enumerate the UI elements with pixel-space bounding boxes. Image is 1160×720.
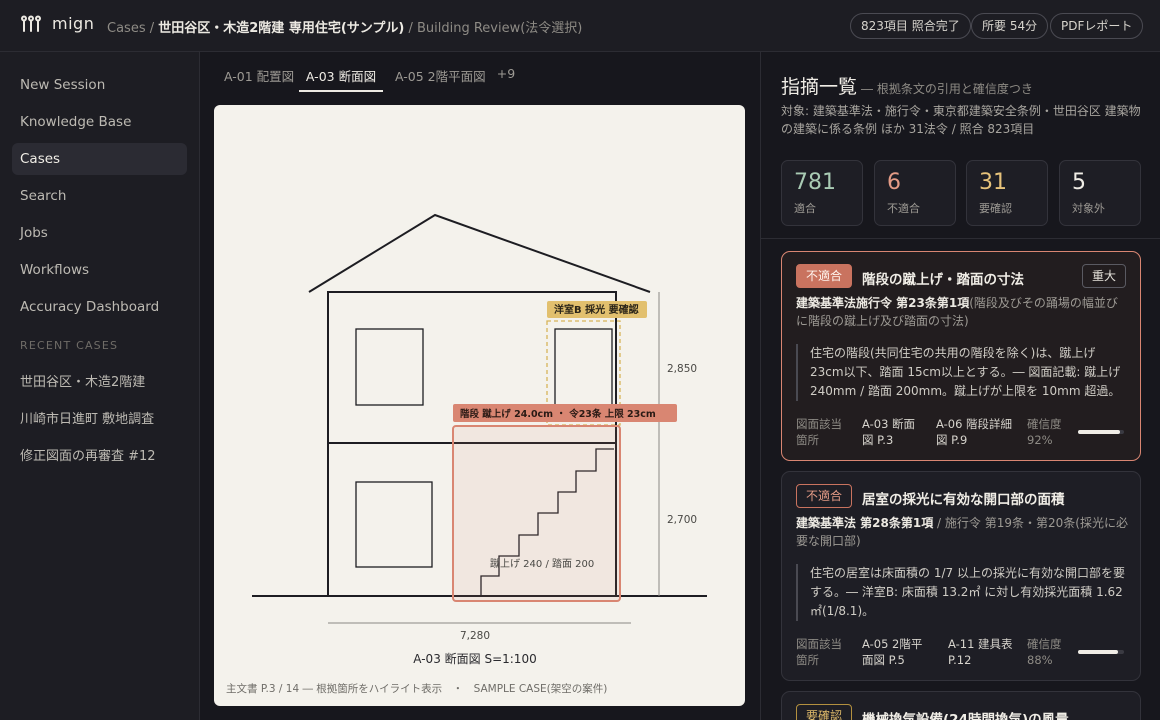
law-quote: 住宅の階段(共同住宅の共用の階段を除く)は、蹴上げ 23cm以下、踏面 15cm… bbox=[796, 344, 1128, 401]
law-main: 建築基準法施行令 第23条第1項 bbox=[796, 296, 970, 310]
confidence-bar bbox=[1078, 430, 1124, 434]
finding-title: 階段の蹴上げ・踏面の寸法 bbox=[862, 272, 1024, 288]
sidebar: New Session Knowledge Base Cases Search … bbox=[0, 52, 200, 720]
breadcrumb-page: Building Review(法令選択) bbox=[416, 21, 583, 36]
stair-note: 蹴上げ 240 / 踏面 200 bbox=[490, 557, 594, 570]
finding-card[interactable]: 不適合 階段の蹴上げ・踏面の寸法 重大 建築基準法施行令 第23条第1項(階段及… bbox=[781, 251, 1141, 461]
breadcrumb-sep: / bbox=[404, 21, 417, 36]
finding-title: 機械換気設備(24時間換気)の風量 bbox=[862, 712, 1069, 720]
duration-pill: 所要 54分 bbox=[971, 13, 1049, 39]
stat-needs-review[interactable]: 31 要確認 bbox=[966, 160, 1048, 226]
app-logo[interactable]: mign bbox=[20, 14, 94, 33]
stat-not-applicable[interactable]: 5 対象外 bbox=[1059, 160, 1141, 226]
dim-width: 7,280 bbox=[460, 630, 490, 642]
checked-count-pill: 823項目 照合完了 bbox=[850, 13, 971, 39]
ref-link[interactable]: A-03 断面図 P.3 bbox=[862, 416, 924, 448]
finding-card[interactable]: 不適合 居室の採光に有効な開口部の面積 建築基準法 第28条第1項 / 施行令 … bbox=[781, 471, 1141, 681]
stat-label: 要確認 bbox=[979, 202, 1012, 215]
status-badge: 不適合 bbox=[796, 484, 853, 508]
sidebar-item-search[interactable]: Search bbox=[12, 180, 187, 212]
panel-target: 対象: 建築基準法・施行令・東京都建築安全条例・世田谷区 建築物の建築に係る条例… bbox=[781, 104, 1141, 136]
law-reference: 建築基準法 第28条第1項 / 施行令 第19条・第20条(採光に必要な開口部) bbox=[796, 514, 1128, 550]
recent-case-item[interactable]: 修正図面の再審査 #12 bbox=[20, 445, 156, 464]
breadcrumb: Cases / 世田谷区・木造2階建 専用住宅(サンプル) / Building… bbox=[107, 17, 582, 36]
dim-upper: 2,850 bbox=[667, 363, 697, 375]
dim-lower: 2,700 bbox=[667, 514, 697, 526]
breadcrumb-sep: / bbox=[145, 21, 159, 36]
confidence-label: 確信度 bbox=[1027, 417, 1062, 431]
tag-stair: 階段 蹴上げ 24.0cm ・ 令23条 上限 23cm bbox=[460, 408, 656, 420]
pdf-report-button[interactable]: PDFレポート bbox=[1050, 13, 1144, 39]
window-upper-left bbox=[355, 328, 424, 406]
panel-heading: 指摘一覧 ― 根拠条文の引用と確信度つき bbox=[781, 72, 1033, 99]
stat-compliant[interactable]: 781 適合 bbox=[781, 160, 863, 226]
tab-a05[interactable]: A-05 2階平面図 bbox=[395, 66, 486, 92]
sidebar-item-knowledge-base[interactable]: Knowledge Base bbox=[12, 106, 187, 138]
drawing-viewer[interactable]: 洋室B 採光 要確認 階段 蹴上げ 24.0cm ・ 令23条 上限 23cm … bbox=[214, 105, 745, 706]
ref-label: 図面該当箇所 bbox=[796, 417, 842, 447]
stat-label: 適合 bbox=[794, 202, 816, 215]
stat-label: 不適合 bbox=[887, 202, 920, 215]
ref-link[interactable]: A-05 2階平面図 P.5 bbox=[862, 636, 932, 668]
logo-icon bbox=[21, 15, 41, 32]
recent-cases-heading: RECENT CASES bbox=[20, 339, 119, 352]
stat-noncompliant[interactable]: 6 不適合 bbox=[874, 160, 956, 226]
stat-value: 31 bbox=[979, 170, 1007, 195]
status-badge: 要確認 bbox=[796, 704, 853, 720]
drawing-footer: 主文書 P.3 / 14 ― 根拠箇所をハイライト表示 ・ SAMPLE CAS… bbox=[226, 682, 607, 695]
findings-panel: 指摘一覧 ― 根拠条文の引用と確信度つき 対象: 建築基準法・施行令・東京都建築安… bbox=[760, 52, 1160, 720]
severity-badge: 重大 bbox=[1081, 264, 1126, 288]
section-drawing: 洋室B 採光 要確認 階段 蹴上げ 24.0cm ・ 令23条 上限 23cm … bbox=[226, 213, 707, 695]
law-quote: 住宅の居室は床面積の 1/7 以上の採光に有効な開口部を要する。― 洋室B: 床… bbox=[796, 564, 1128, 621]
sidebar-item-jobs[interactable]: Jobs bbox=[12, 217, 187, 249]
confidence-label: 確信度 bbox=[1027, 637, 1062, 651]
stat-value: 5 bbox=[1072, 170, 1086, 195]
window-lower-left bbox=[355, 481, 433, 568]
tab-a01[interactable]: A-01 配置図 bbox=[224, 66, 294, 92]
finding-title: 居室の採光に有効な開口部の面積 bbox=[862, 492, 1065, 508]
tab-more[interactable]: +9 bbox=[496, 66, 516, 92]
tag-window: 洋室B 採光 要確認 bbox=[554, 303, 639, 316]
confidence-value: 92% bbox=[1027, 433, 1053, 447]
confidence-value: 88% bbox=[1027, 653, 1053, 667]
confidence-fill bbox=[1078, 430, 1121, 434]
top-bar: mign Cases / 世田谷区・木造2階建 専用住宅(サンプル) / Bui… bbox=[0, 0, 1160, 52]
status-badge: 不適合 bbox=[796, 264, 853, 288]
ref-link[interactable]: A-11 建具表 P.12 bbox=[948, 636, 1014, 668]
confidence-fill bbox=[1078, 650, 1119, 654]
breadcrumb-current[interactable]: 世田谷区・木造2階建 専用住宅(サンプル) bbox=[158, 21, 404, 36]
stat-value: 781 bbox=[794, 170, 836, 195]
sidebar-item-new-session[interactable]: New Session bbox=[12, 69, 187, 101]
panel-subtitle: ― 根拠条文の引用と確信度つき bbox=[861, 82, 1033, 96]
stat-label: 対象外 bbox=[1072, 202, 1105, 215]
stair-highlight bbox=[452, 425, 621, 602]
stat-value: 6 bbox=[887, 170, 901, 195]
roof-line bbox=[308, 213, 651, 293]
sidebar-item-accuracy-dashboard[interactable]: Accuracy Dashboard bbox=[12, 291, 187, 323]
divider bbox=[761, 238, 1160, 239]
law-main: 建築基準法 第28条第1項 bbox=[796, 516, 934, 530]
ref-link[interactable]: A-06 階段詳細図 P.9 bbox=[936, 416, 1014, 448]
tab-a03[interactable]: A-03 断面図 bbox=[299, 66, 383, 92]
recent-case-item[interactable]: 世田谷区・木造2階建 bbox=[20, 371, 145, 390]
drawing-caption: A-03 断面図 S=1:100 bbox=[413, 651, 536, 666]
finding-card[interactable]: 要確認 機械換気設備(24時間換気)の風量 bbox=[781, 691, 1141, 720]
sidebar-item-cases[interactable]: Cases bbox=[12, 143, 187, 175]
sidebar-item-workflows[interactable]: Workflows bbox=[12, 254, 187, 286]
ref-label: 図面該当箇所 bbox=[796, 637, 842, 667]
breadcrumb-root[interactable]: Cases bbox=[107, 21, 146, 36]
recent-case-item[interactable]: 川崎市日進町 敷地調査 bbox=[20, 408, 154, 427]
confidence-bar bbox=[1078, 650, 1124, 654]
law-reference: 建築基準法施行令 第23条第1項(階段及びその踊場の幅並びに階段の蹴上げ及び踏面… bbox=[796, 294, 1128, 330]
panel-title: 指摘一覧 bbox=[781, 76, 858, 98]
app-name: mign bbox=[52, 14, 95, 33]
